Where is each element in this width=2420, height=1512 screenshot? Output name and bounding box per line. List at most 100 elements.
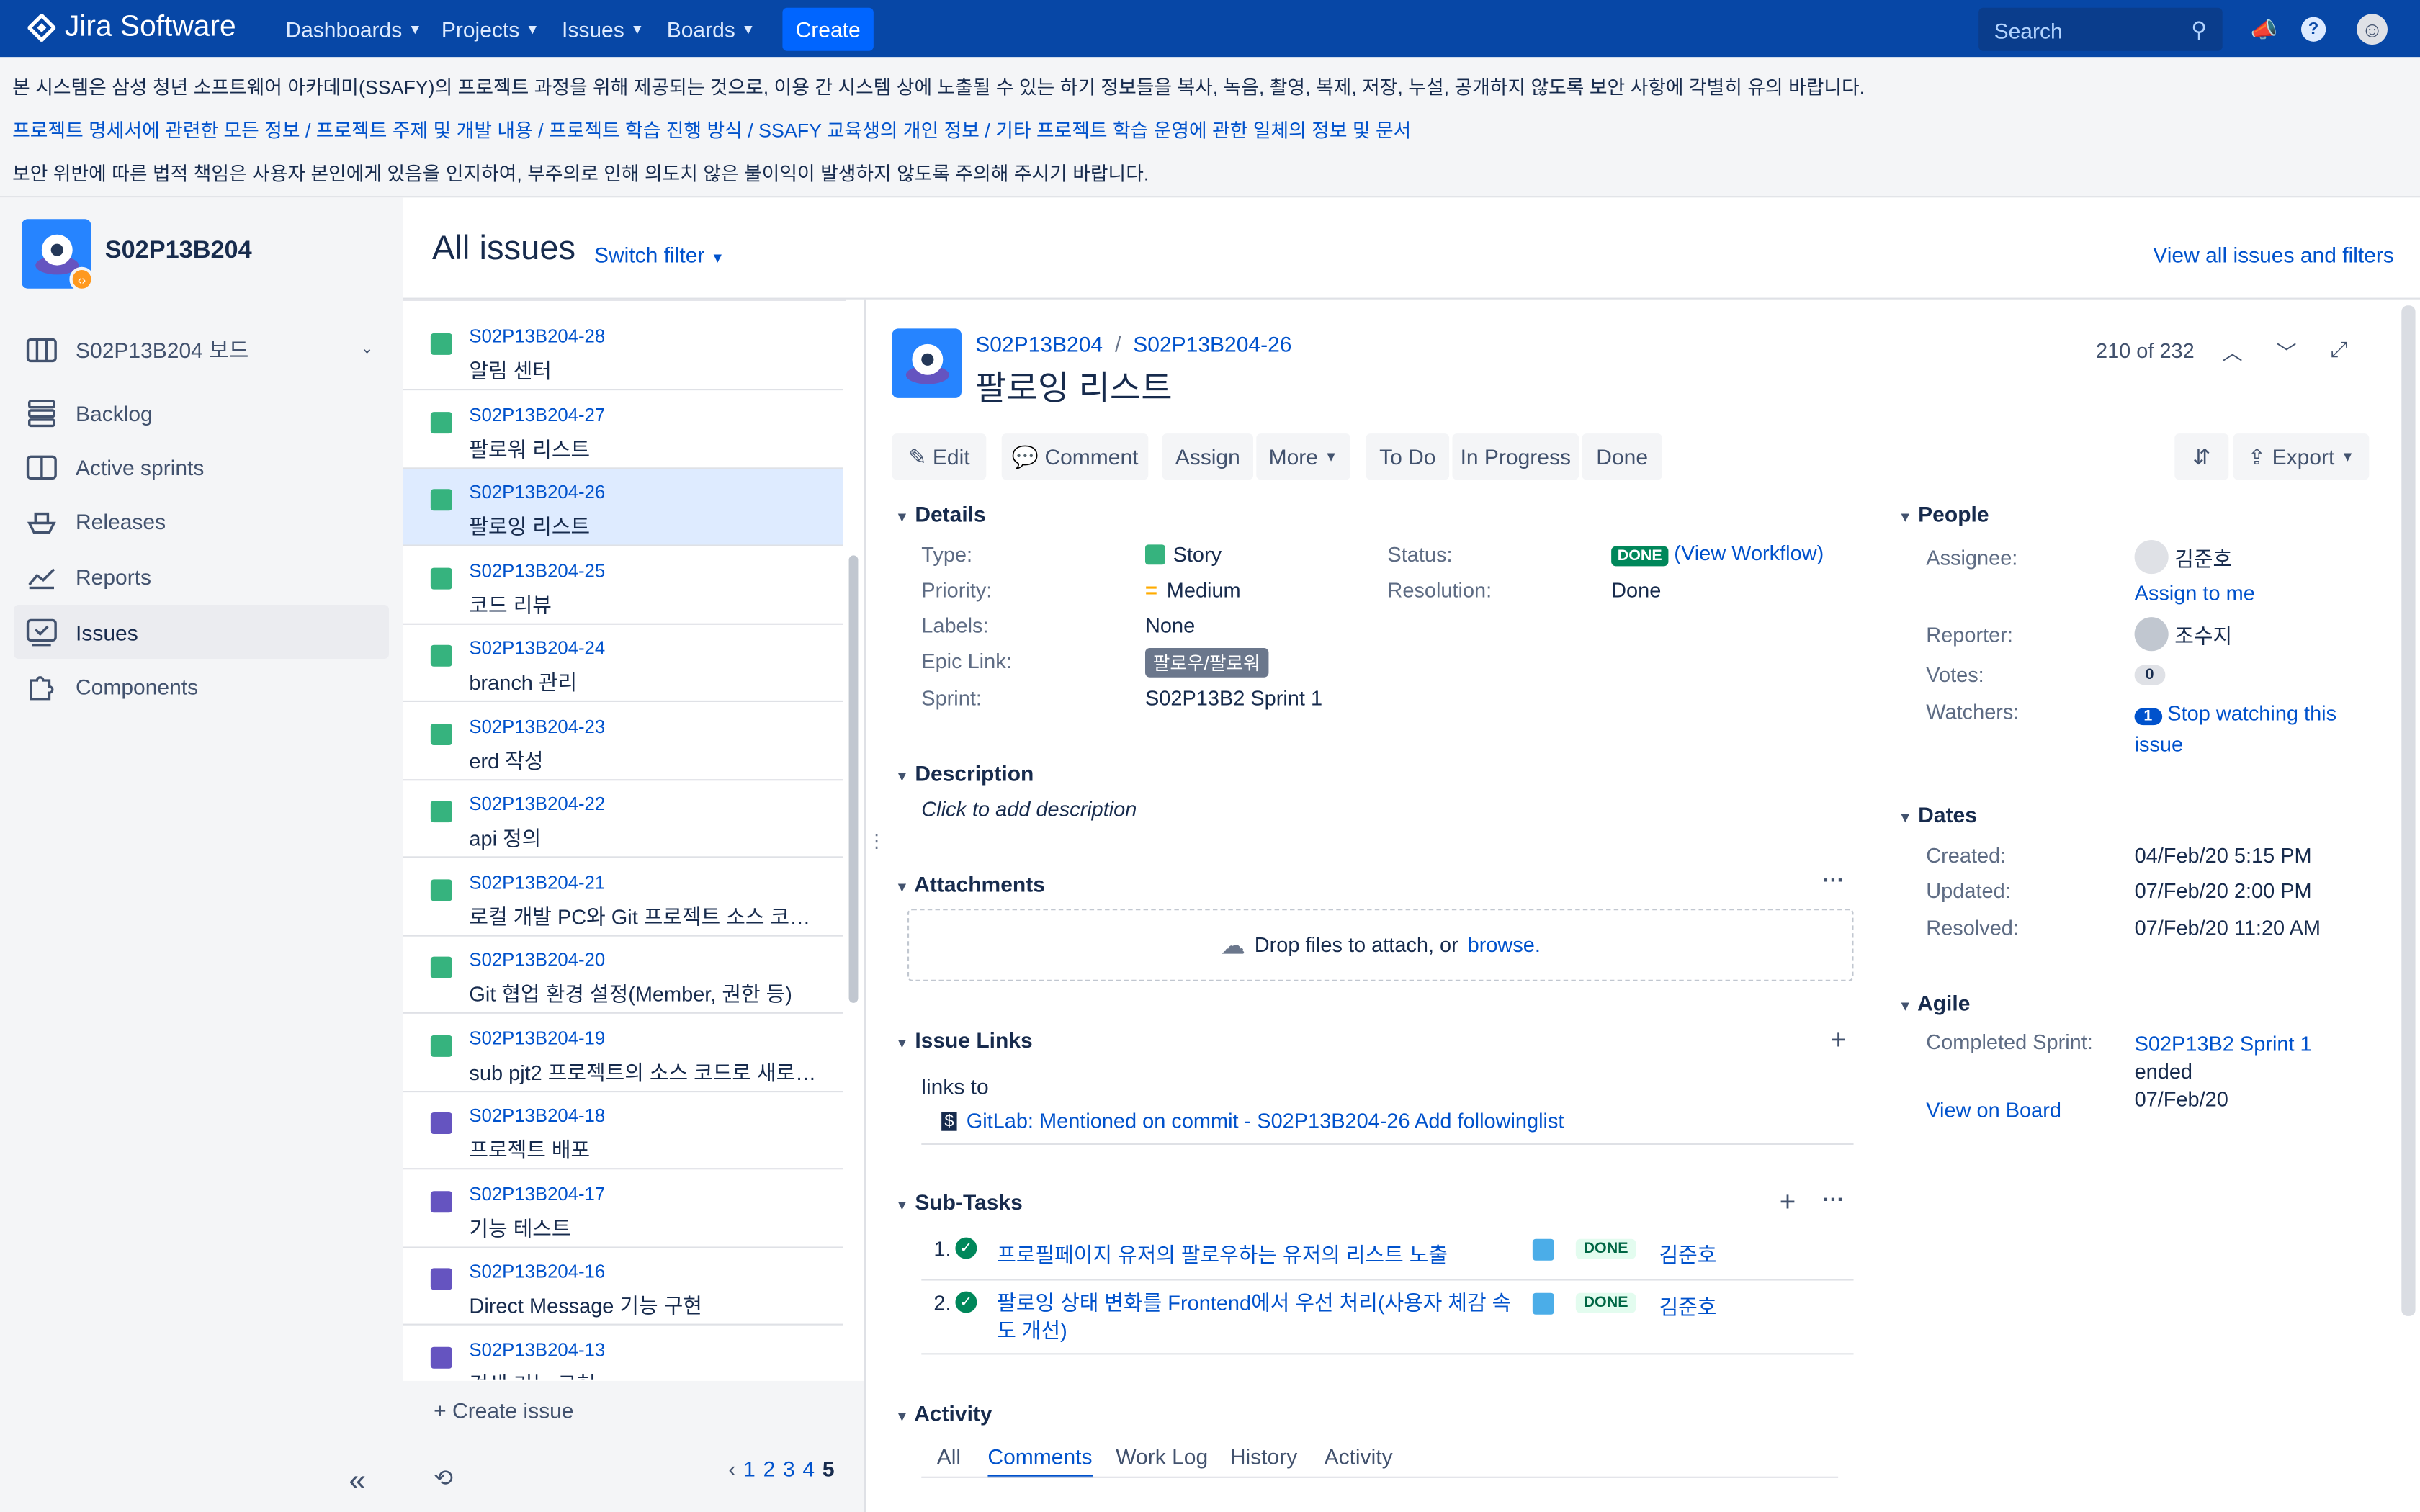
issue-list-item[interactable]: S02P13B204-28 알림 센터 <box>403 313 843 391</box>
issue-list-item[interactable]: S02P13B204-13 검색 기능 구현 <box>403 1326 843 1380</box>
previous-page-icon[interactable]: ‹ <box>728 1457 735 1481</box>
comment-button[interactable]: 💬 Comment <box>1001 433 1149 480</box>
sidebar-item-backlog[interactable]: Backlog <box>14 386 389 440</box>
project-avatar[interactable]: ‹› <box>22 219 94 292</box>
sidebar-item-components[interactable]: Components <box>14 659 389 713</box>
issue-list-item[interactable]: S02P13B204-19 sub pjt2 프로젝트의 소스 코드로 새로운 .… <box>403 1014 843 1092</box>
issue-list-item[interactable]: S02P13B204-27 팔로워 리스트 <box>403 391 843 469</box>
add-link-icon[interactable]: + <box>1830 1025 1847 1057</box>
detail-scrollbar[interactable] <box>2401 305 2416 1316</box>
list-scrollbar[interactable] <box>848 555 859 1003</box>
view-on-board-link[interactable]: View on Board <box>1926 1099 2061 1122</box>
tab-all[interactable]: All <box>937 1444 961 1469</box>
description-section-header[interactable]: ▼ Description <box>895 760 1034 785</box>
breadcrumb-issue-key[interactable]: S02P13B204-26 <box>1133 332 1291 356</box>
edit-button[interactable]: ✎ Edit <box>892 433 987 480</box>
browse-link[interactable]: browse. <box>1468 933 1541 956</box>
gitlab-link[interactable]: $ GitLab: Mentioned on commit - S02P13B20… <box>941 1110 1564 1133</box>
issue-list-item[interactable]: S02P13B204-22 api 정의 <box>403 780 843 858</box>
in-progress-button[interactable]: In Progress <box>1452 433 1579 480</box>
export-button[interactable]: ⇪ Export ▼ <box>2233 433 2370 480</box>
assign-to-me-link[interactable]: Assign to me <box>2135 582 2255 605</box>
page-link[interactable]: 4 <box>802 1457 815 1481</box>
votes-count[interactable]: 0 <box>2134 665 2165 685</box>
subtask-row[interactable]: 2. ✓ 팔로잉 상태 변화를 Frontend에서 우선 처리(사용자 체감 … <box>921 1281 1854 1355</box>
assignee-value[interactable]: 김준호 <box>2134 540 2232 575</box>
previous-issue-icon[interactable]: ︿ <box>2223 336 2243 366</box>
help-icon[interactable]: ? <box>2301 17 2326 42</box>
epic-link-lozenge[interactable]: 팔로우/팔로워 <box>1145 648 1268 678</box>
tab-comments[interactable]: Comments <box>987 1444 1093 1478</box>
refresh-icon[interactable]: ⟲ <box>434 1464 453 1492</box>
add-subtask-icon[interactable]: + <box>1780 1187 1796 1219</box>
collapse-sidebar-icon[interactable]: « <box>349 1464 366 1500</box>
agile-section-header[interactable]: ▼ Agile <box>1899 991 1971 1015</box>
completed-sprint-link[interactable]: S02P13B2 Sprint 1 <box>2135 1032 2312 1056</box>
sidebar-item-reports[interactable]: Reports <box>14 549 389 603</box>
issue-title[interactable]: 팔로잉 리스트 <box>975 361 1172 410</box>
subtask-row[interactable]: 1. ✓ 프로필페이지 유저의 팔로우하는 유저의 리스트 노출 DONE 김준… <box>921 1222 1854 1281</box>
dates-section-header[interactable]: ▼ Dates <box>1899 802 1977 827</box>
issue-list-item[interactable]: S02P13B204-24 branch 관리 <box>403 625 843 702</box>
done-button[interactable]: Done <box>1582 433 1662 480</box>
watchers-value[interactable]: 1 Stop watching this issue <box>2134 701 2366 759</box>
user-avatar[interactable]: ☺ <box>2357 14 2388 45</box>
description-field[interactable]: Click to add description <box>921 798 1137 821</box>
nav-issues[interactable]: Issues ▼ <box>562 0 644 57</box>
subtask-summary[interactable]: 프로필페이지 유저의 팔로우하는 유저의 리스트 노출 <box>997 1238 1506 1269</box>
subtask-summary[interactable]: 팔로잉 상태 변화를 Frontend에서 우선 처리(사용자 체감 속도 개선… <box>997 1290 1515 1345</box>
issue-list-item[interactable]: S02P13B204-16 Direct Message 기능 구현 <box>403 1248 843 1326</box>
nav-projects[interactable]: Projects ▼ <box>442 0 539 57</box>
details-section-header[interactable]: ▼ Details <box>895 501 986 526</box>
attachments-section-header[interactable]: ▼ Attachments <box>895 872 1045 896</box>
view-workflow-link[interactable]: (View Workflow) <box>1674 541 1824 564</box>
page-link[interactable]: 1 <box>743 1457 756 1481</box>
notice-line-2-link[interactable]: 프로젝트 명세서에 관련한 모든 정보 / 프로젝트 주제 및 개발 내용 / … <box>12 120 1411 142</box>
more-options-icon[interactable]: ··· <box>1823 1187 1845 1211</box>
assign-button[interactable]: Assign <box>1162 433 1253 480</box>
breadcrumb-project[interactable]: S02P13B204 <box>975 332 1103 356</box>
drag-handle-icon[interactable]: ⋮ <box>867 830 886 852</box>
subtask-assignee[interactable]: 김준호 <box>1659 1238 1717 1269</box>
issue-list-item[interactable]: S02P13B204-25 코드 리뷰 <box>403 547 843 624</box>
create-issue-button[interactable]: + Create issue <box>434 1398 573 1422</box>
sidebar-board-selector[interactable]: S02P13B204 보드 ⌄ <box>14 323 389 377</box>
subtasks-section-header[interactable]: ▼ Sub-Tasks <box>895 1189 1023 1214</box>
page-link[interactable]: 2 <box>763 1457 776 1481</box>
notifications-icon[interactable]: 📣 <box>2249 14 2280 45</box>
issue-list-item[interactable]: S02P13B204-20 Git 협업 환경 설정(Member, 권한 등) <box>403 937 843 1014</box>
issue-list-item[interactable]: S02P13B204-26 팔로잉 리스트 <box>403 469 843 546</box>
sidebar-item-issues[interactable]: Issues <box>14 605 390 659</box>
expand-icon[interactable]: ⤢ <box>2331 336 2348 362</box>
activity-section-header[interactable]: ▼ Activity <box>895 1401 992 1426</box>
stop-watching-link[interactable]: Stop watching this issue <box>2135 702 2336 756</box>
tab-activity[interactable]: Activity <box>1325 1444 1393 1469</box>
issue-links-section-header[interactable]: ▼ Issue Links <box>895 1027 1033 1052</box>
issue-list-item[interactable]: S02P13B204-18 프로젝트 배포 <box>403 1092 843 1170</box>
tab-work-log[interactable]: Work Log <box>1116 1444 1208 1469</box>
nav-dashboards[interactable]: Dashboards ▼ <box>285 0 421 57</box>
create-button[interactable]: Create <box>782 7 874 51</box>
pane-divider[interactable] <box>864 299 866 1512</box>
to-do-button[interactable]: To Do <box>1366 433 1450 480</box>
people-section-header[interactable]: ▼ People <box>1899 501 1989 526</box>
issue-list-item[interactable]: S02P13B204-23 erd 작성 <box>403 703 843 780</box>
subtask-assignee[interactable]: 김준호 <box>1659 1290 1717 1320</box>
more-button[interactable]: More ▼ <box>1256 433 1350 480</box>
search-input[interactable]: Search ⚲ <box>1978 7 2223 51</box>
tab-history[interactable]: History <box>1230 1444 1297 1469</box>
more-options-icon[interactable]: ··· <box>1823 867 1845 891</box>
issue-list-item[interactable]: S02P13B204-17 기능 테스트 <box>403 1170 843 1248</box>
view-all-issues-link[interactable]: View all issues and filters <box>2153 242 2394 266</box>
reporter-value[interactable]: 조수지 <box>2134 617 2232 652</box>
next-issue-icon[interactable]: ﹀ <box>2277 336 2297 366</box>
sidebar-item-releases[interactable]: Releases <box>14 494 389 548</box>
attachment-dropzone[interactable]: ☁ Drop files to attach, or browse. <box>908 909 1854 981</box>
jira-logo[interactable]: Jira Software <box>27 11 236 45</box>
page-link[interactable]: 3 <box>783 1457 795 1481</box>
issue-list-item[interactable]: S02P13B204-21 로컬 개발 PC와 Git 프로젝트 소스 코드 ..… <box>403 859 843 936</box>
sidebar-item-active-sprints[interactable]: Active sprints <box>14 440 389 494</box>
switch-filter-button[interactable]: Switch filter ▼ <box>594 242 725 266</box>
share-icon[interactable]: ⇵ <box>2174 433 2229 480</box>
nav-boards[interactable]: Boards ▼ <box>667 0 756 57</box>
